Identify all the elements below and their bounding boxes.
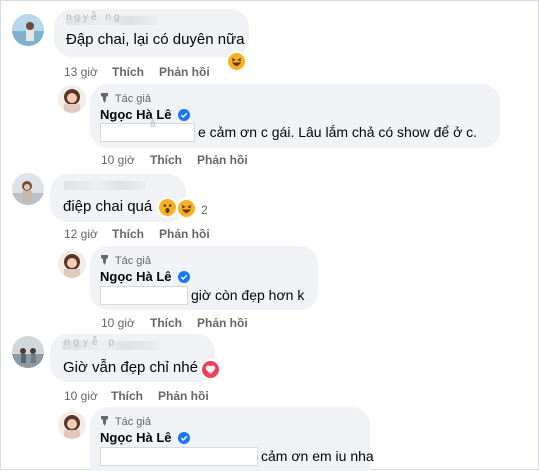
- author-avatar[interactable]: [58, 250, 86, 278]
- author-tag-label: Tác giả: [114, 93, 151, 105]
- reply-text: cảm ơn em iu nha: [261, 448, 374, 464]
- like-button[interactable]: Thích: [112, 65, 144, 79]
- author-tag-icon: [101, 93, 108, 103]
- reply-bubble: Tác giả Ngọc Hà Lê cảm ơn em iu nha: [90, 407, 374, 471]
- author-tag-icon: [101, 255, 108, 265]
- author-tag-label: Tác giả: [114, 255, 151, 267]
- commenter-avatar[interactable]: [12, 336, 44, 368]
- reply-bubble: Tác giả Ngọc Hà Lê ẫ e cảm ơn c gái. Lâu…: [90, 84, 500, 148]
- author-name[interactable]: Ngọc Hà Lê: [100, 269, 172, 284]
- reply-button[interactable]: Phản hồi: [197, 153, 248, 167]
- verified-badge-icon: [178, 109, 190, 121]
- reply-button[interactable]: Phản hồi: [197, 316, 248, 330]
- reply-time[interactable]: 10 giờ: [101, 153, 135, 167]
- wow-icon[interactable]: [157, 197, 178, 218]
- reply-time[interactable]: 10 giờ: [101, 316, 135, 330]
- commenter-avatar[interactable]: [12, 14, 44, 46]
- redacted-mention: [100, 447, 258, 466]
- verified-badge-icon: [178, 271, 190, 283]
- author-tag-icon: [101, 416, 108, 426]
- avatar-image: [58, 411, 86, 439]
- avatar-image: [58, 250, 86, 278]
- author-name[interactable]: Ngọc Hà Lê: [100, 107, 172, 122]
- reply-button[interactable]: Phản hồi: [159, 227, 210, 241]
- author-badge: Tác giả: [100, 92, 151, 105]
- comment-thread: ngyễ ng Đập chai, lại có duyên nữa 13 gi…: [0, 0, 539, 471]
- author-avatar[interactable]: [58, 411, 86, 439]
- comment-text: Giờ vẫn đẹp chỉ nhé: [63, 359, 198, 376]
- like-button[interactable]: Thích: [150, 153, 182, 167]
- verified-badge-icon: [178, 432, 190, 444]
- redacted-mention: [100, 123, 195, 142]
- comment-time[interactable]: 10 giờ: [64, 389, 98, 403]
- commenter-avatar[interactable]: [12, 173, 44, 205]
- comment-text: Đập chai, lại có duyên nữa: [66, 31, 245, 48]
- author-badge: Tác giả: [100, 254, 151, 267]
- comment-bubble: ngyễ ng Đập chai, lại có duyên nữa: [54, 9, 249, 57]
- redacted-mention: [100, 286, 188, 305]
- like-button[interactable]: Thích: [150, 316, 182, 330]
- reaction-count[interactable]: 2: [201, 203, 208, 217]
- author-badge: Tác giả: [100, 415, 151, 428]
- like-button[interactable]: Thích: [111, 389, 143, 403]
- avatar-image: [58, 85, 86, 113]
- obscured-commenter-name: [64, 181, 146, 190]
- author-name[interactable]: Ngọc Hà Lê: [100, 430, 172, 445]
- comment-bubble: ngyễ p Giờ vẫn đẹp chỉ nhé: [50, 334, 215, 382]
- avatar-image: [12, 336, 44, 368]
- author-avatar[interactable]: [58, 85, 86, 113]
- like-button[interactable]: Thích: [112, 227, 144, 241]
- mention-glyph: ẫ: [150, 119, 156, 130]
- author-tag-label: Tác giả: [114, 416, 151, 428]
- haha-icon[interactable]: [226, 51, 247, 72]
- obscured-name-glyphs: ngyễ ng: [66, 12, 123, 23]
- reply-button[interactable]: Phản hồi: [158, 389, 209, 403]
- comment-time[interactable]: 12 giờ: [64, 227, 98, 241]
- love-icon[interactable]: [200, 359, 221, 380]
- reply-text: giờ còn đẹp hơn k: [191, 287, 305, 303]
- haha-icon[interactable]: [176, 198, 197, 219]
- comment-time[interactable]: 13 giờ: [64, 65, 98, 79]
- comment-text: điệp chai quá: [63, 198, 153, 215]
- reply-button[interactable]: Phản hồi: [159, 65, 210, 79]
- avatar-image: [12, 14, 44, 46]
- avatar-image: [12, 173, 44, 205]
- reply-bubble: Tác giả Ngọc Hà Lê giờ còn đẹp hơn k: [90, 246, 318, 310]
- reply-text: e cảm ơn c gái. Lâu lắm chả có show để ở…: [198, 124, 478, 140]
- obscured-name-glyphs: ngyễ p: [64, 337, 119, 348]
